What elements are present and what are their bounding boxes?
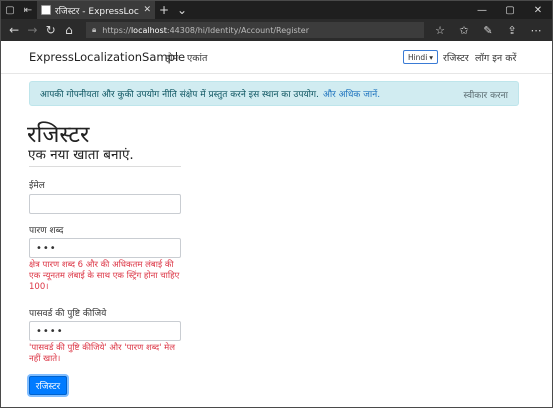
- lock-icon: 🔒︎: [92, 25, 97, 34]
- address-bar[interactable]: 🔒︎ https://localhost:44308/hi/Identity/A…: [86, 22, 424, 38]
- nav-login-link[interactable]: लॉग इन करें: [475, 51, 516, 64]
- maximize-icon[interactable]: ▢: [496, 1, 524, 19]
- password-error: क्षेत्र पारण शब्द 6 और की अधिकतम लंबाई क…: [29, 260, 180, 292]
- nav-home-link[interactable]: होम: [165, 51, 178, 64]
- chevron-down-icon: ▾: [429, 52, 434, 62]
- address-path: :44308/hi/Identity/Account/Register: [166, 25, 309, 35]
- tab-back-icon[interactable]: ⇤: [19, 1, 37, 19]
- language-value: Hindi: [407, 52, 428, 62]
- site-navbar: ExpressLocalizationSample होम एकांत Hind…: [1, 41, 552, 74]
- tab-actions-icon[interactable]: ▢: [1, 1, 19, 19]
- page-favicon-icon: [41, 5, 51, 15]
- browser-tools: ☆ ✩ ✎ ⇪ ⋯: [428, 19, 548, 41]
- confirm-password-error: 'पासवर्ड की पुष्टि कीजिये' और 'पारण शब्द…: [29, 343, 175, 364]
- divider: [29, 166, 181, 167]
- site-brand[interactable]: ExpressLocalizationSample: [29, 50, 185, 64]
- browser-tab[interactable]: रजिस्टर - ExpressLocalizatio ✕: [37, 1, 155, 19]
- password-label: पारण शब्द: [29, 226, 64, 236]
- browser-window: ▢ ⇤ रजिस्टर - ExpressLocalizatio ✕ + ⌄ —…: [0, 0, 553, 408]
- register-button[interactable]: रजिस्टर: [29, 376, 67, 395]
- tab-title: रजिस्टर - ExpressLocalizatio: [55, 6, 139, 17]
- new-tab-icon[interactable]: +: [155, 1, 173, 19]
- language-select[interactable]: Hindi ▾: [403, 50, 438, 64]
- star-icon[interactable]: ☆: [428, 19, 452, 41]
- tab-strip: ▢ ⇤ रजिस्टर - ExpressLocalizatio ✕ + ⌄ —…: [1, 1, 552, 19]
- nav-privacy-link[interactable]: एकांत: [187, 51, 207, 64]
- pen-icon[interactable]: ✎: [476, 19, 500, 41]
- home-icon[interactable]: ⌂: [60, 19, 78, 41]
- back-icon[interactable]: ←: [5, 19, 23, 41]
- confirm-password-label: पासवर्ड की पुष्टि कीजिये: [29, 309, 107, 319]
- nav-register-link[interactable]: रजिस्टर: [443, 51, 469, 64]
- refresh-icon[interactable]: ↻: [42, 19, 60, 41]
- confirm-password-field[interactable]: ••••: [29, 321, 181, 341]
- accept-cookie-button[interactable]: स्वीकार करना: [463, 88, 508, 101]
- more-icon[interactable]: ⋯: [524, 19, 548, 41]
- browser-toolbar: ← → ↻ ⌂ 🔒︎ https://localhost:44308/hi/Id…: [1, 19, 552, 41]
- close-tab-icon[interactable]: ✕: [143, 5, 151, 15]
- share-icon[interactable]: ⇪: [500, 19, 524, 41]
- favorites-icon[interactable]: ✩: [452, 19, 476, 41]
- email-label: ईमेल: [29, 181, 45, 191]
- address-url: https://localhost:44308/hi/Identity/Acco…: [102, 25, 309, 35]
- page-content: ExpressLocalizationSample होम एकांत Hind…: [1, 41, 552, 407]
- minimize-icon[interactable]: —: [468, 1, 496, 19]
- page-subtitle: एक नया खाता बनाएं.: [28, 147, 134, 163]
- cookie-text: आपकी गोपनीयता और कुकी उपयोग नीति संक्षेप…: [40, 90, 319, 100]
- email-field[interactable]: [29, 194, 181, 214]
- cookie-consent-banner: आपकी गोपनीयता और कुकी उपयोग नीति संक्षेप…: [29, 81, 519, 106]
- tab-list-icon[interactable]: ⌄: [173, 1, 191, 19]
- password-field[interactable]: •••: [29, 238, 181, 258]
- window-controls: — ▢ ✕: [468, 1, 552, 19]
- forward-icon[interactable]: →: [23, 19, 41, 41]
- address-host: localhost: [130, 25, 167, 35]
- close-window-icon[interactable]: ✕: [524, 1, 552, 19]
- learn-more-link[interactable]: और अधिक जानें.: [323, 87, 380, 100]
